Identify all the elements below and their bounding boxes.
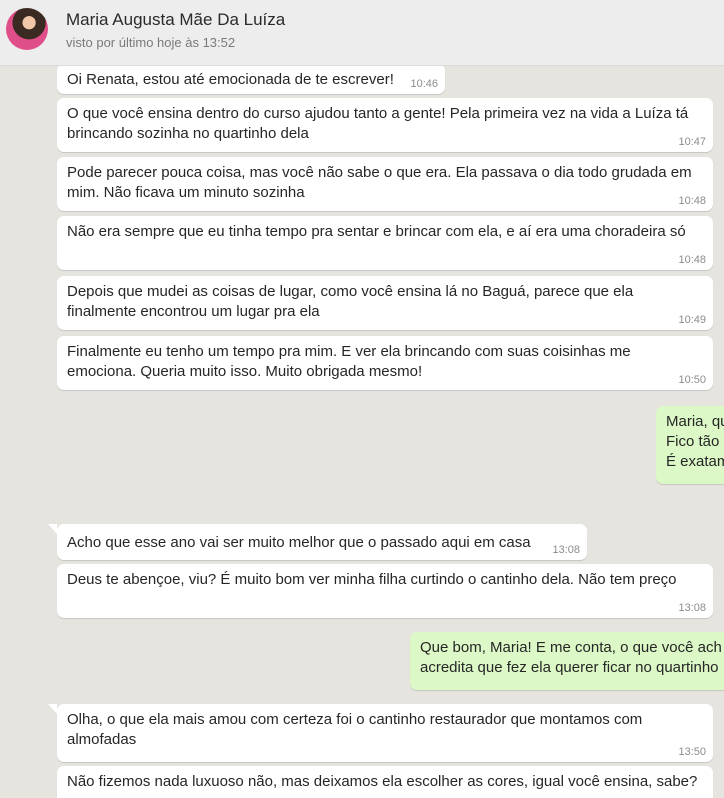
- message-outgoing[interactable]: Maria, qu Fico tão É exatam: [656, 406, 724, 484]
- message-incoming[interactable]: Olha, o que ela mais amou com certeza fo…: [57, 704, 713, 762]
- message-time: 10:48: [678, 254, 706, 266]
- message-time: 10:47: [678, 136, 706, 148]
- message-incoming[interactable]: Não fizemos nada luxuoso não, mas deixam…: [57, 766, 713, 798]
- message-incoming[interactable]: Depois que mudei as coisas de lugar, com…: [57, 276, 713, 330]
- bubble-tail: [48, 524, 57, 534]
- chat-header: Maria Augusta Mãe Da Luíza visto por últ…: [0, 0, 724, 66]
- message-incoming[interactable]: Deus te abençoe, viu? É muito bom ver mi…: [57, 564, 713, 618]
- contact-name[interactable]: Maria Augusta Mãe Da Luíza: [66, 10, 285, 30]
- message-text: Não fizemos nada luxuoso não, mas deixam…: [67, 773, 698, 790]
- contact-avatar[interactable]: [6, 8, 48, 50]
- message-text: Olha, o que ela mais amou com certeza fo…: [67, 711, 643, 748]
- message-incoming[interactable]: Oi Renata, estou até emocionada de te es…: [57, 66, 445, 94]
- message-time: 10:50: [678, 374, 706, 386]
- message-outgoing[interactable]: Que bom, Maria! E me conta, o que você a…: [410, 632, 724, 690]
- message-text: Finalmente eu tenho um tempo pra mim. E …: [67, 343, 631, 380]
- message-time: 13:08: [552, 544, 580, 556]
- message-incoming[interactable]: O que você ensina dentro do curso ajudou…: [57, 98, 713, 152]
- message-incoming[interactable]: Pode parecer pouca coisa, mas você não s…: [57, 157, 713, 211]
- bubble-tail: [48, 704, 57, 714]
- message-incoming[interactable]: Acho que esse ano vai ser muito melhor q…: [57, 524, 587, 560]
- message-text: Deus te abençoe, viu? É muito bom ver mi…: [67, 571, 677, 588]
- message-incoming[interactable]: Finalmente eu tenho um tempo pra mim. E …: [57, 336, 713, 390]
- message-time: 13:08: [678, 602, 706, 614]
- message-text: O que você ensina dentro do curso ajudou…: [67, 105, 689, 142]
- message-text: Depois que mudei as coisas de lugar, com…: [67, 283, 634, 320]
- message-time: 10:49: [678, 314, 706, 326]
- message-text: Maria, qu Fico tão É exatam: [666, 413, 724, 470]
- contact-last-seen: visto por último hoje às 13:52: [66, 35, 236, 50]
- message-text: Oi Renata, estou até emocionada de te es…: [67, 71, 394, 88]
- message-time: 10:48: [678, 195, 706, 207]
- message-text: Não era sempre que eu tinha tempo pra se…: [67, 223, 686, 240]
- message-text: Pode parecer pouca coisa, mas você não s…: [67, 164, 692, 201]
- message-text: Acho que esse ano vai ser muito melhor q…: [67, 534, 531, 551]
- message-time: 10:46: [410, 78, 438, 90]
- message-text: Que bom, Maria! E me conta, o que você a…: [420, 639, 722, 676]
- message-list[interactable]: Oi Renata, estou até emocionada de te es…: [0, 66, 724, 798]
- message-time: 13:50: [678, 746, 706, 758]
- message-incoming[interactable]: Não era sempre que eu tinha tempo pra se…: [57, 216, 713, 270]
